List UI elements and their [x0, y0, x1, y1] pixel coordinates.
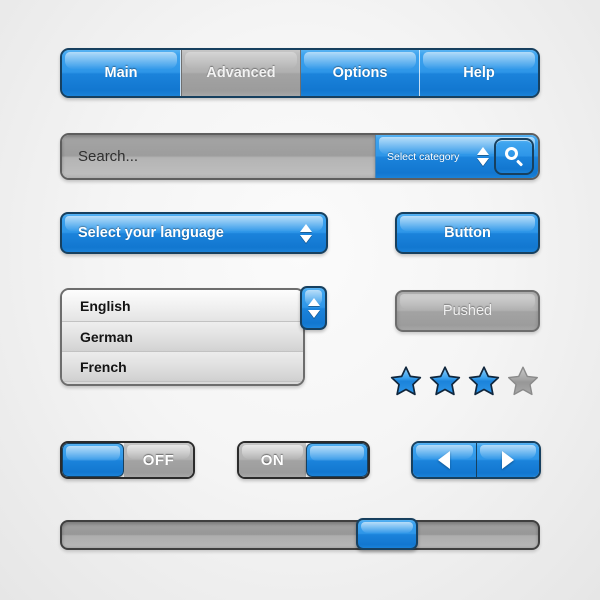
- spinner-down-icon: [299, 234, 312, 243]
- list-item[interactable]: English: [62, 290, 303, 322]
- scroll-up-icon[interactable]: [307, 298, 320, 306]
- tab-help[interactable]: Help: [420, 50, 538, 96]
- primary-button[interactable]: Button: [395, 212, 540, 254]
- toggle-switch-on[interactable]: ON: [237, 441, 370, 479]
- star-icon-filled[interactable]: [429, 365, 461, 397]
- arrow-right-icon: [501, 451, 514, 469]
- pushed-button-label: Pushed: [442, 303, 493, 319]
- search-button[interactable]: [494, 138, 534, 175]
- star-icon-filled[interactable]: [390, 365, 422, 397]
- list-item-label: English: [80, 297, 131, 314]
- list-item-label: French: [80, 358, 127, 375]
- pushed-button[interactable]: Pushed: [395, 290, 540, 332]
- gloss-highlight: [310, 446, 364, 461]
- toggle-off-label: OFF: [142, 451, 175, 469]
- listbox-empty-area: [62, 382, 303, 384]
- search-bar: Select category: [60, 133, 540, 180]
- tab-options[interactable]: Options: [301, 50, 420, 96]
- previous-button[interactable]: [413, 443, 477, 477]
- spinner-up-icon: [476, 147, 489, 155]
- primary-button-label: Button: [444, 225, 491, 241]
- scroll-down-icon[interactable]: [307, 310, 320, 318]
- tab-help-label: Help: [463, 65, 495, 81]
- search-input[interactable]: [62, 135, 375, 178]
- ui-kit-canvas: Main Advanced Options Help Select catego…: [0, 0, 600, 600]
- slider-handle[interactable]: [356, 518, 418, 550]
- category-select-label[interactable]: Select category: [376, 151, 474, 163]
- slider-track[interactable]: [60, 518, 540, 550]
- next-button[interactable]: [476, 443, 539, 477]
- toggle-switch-off[interactable]: OFF: [60, 441, 195, 479]
- language-select-label: Select your language: [78, 225, 224, 241]
- toggle-knob[interactable]: [306, 443, 368, 477]
- arrow-button-pair: [411, 441, 541, 479]
- gloss-highlight: [361, 522, 413, 534]
- spinner-down-icon: [476, 158, 489, 166]
- arrow-left-icon: [438, 451, 451, 469]
- tab-advanced[interactable]: Advanced: [181, 50, 301, 96]
- language-select[interactable]: Select your language: [60, 212, 328, 254]
- toggle-track: ON: [239, 443, 306, 477]
- category-spinner[interactable]: [474, 147, 491, 166]
- spinner-up-icon: [299, 223, 312, 232]
- tab-bar: Main Advanced Options Help: [60, 48, 540, 98]
- magnifier-icon: [504, 147, 524, 167]
- list-item[interactable]: French: [62, 352, 303, 382]
- toggle-on-label: ON: [260, 451, 285, 469]
- star-rating[interactable]: [390, 363, 542, 399]
- toggle-track: OFF: [124, 443, 193, 477]
- list-item-label: German: [80, 328, 133, 345]
- language-listbox[interactable]: English German French: [60, 288, 305, 386]
- toggle-knob[interactable]: [62, 443, 124, 477]
- star-icon-empty[interactable]: [507, 365, 539, 397]
- language-listbox-wrapper: English German French: [60, 286, 328, 386]
- tab-options-label: Options: [332, 65, 388, 81]
- listbox-scroll-buttons[interactable]: [300, 286, 327, 330]
- tab-advanced-label: Advanced: [206, 65, 276, 81]
- tab-main-label: Main: [104, 65, 138, 81]
- gloss-highlight: [66, 446, 120, 461]
- language-spinner[interactable]: [297, 223, 314, 243]
- star-icon-filled[interactable]: [468, 365, 500, 397]
- list-item[interactable]: German: [62, 322, 303, 352]
- tab-main[interactable]: Main: [62, 50, 181, 96]
- search-category-area: Select category: [375, 135, 538, 178]
